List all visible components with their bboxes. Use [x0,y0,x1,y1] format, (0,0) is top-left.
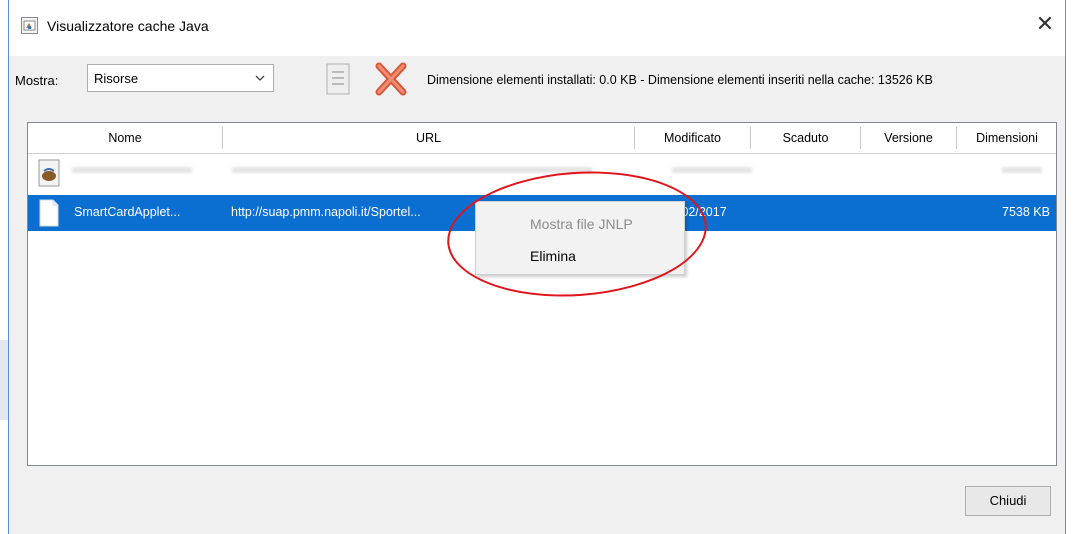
cell-nome: SmartCardApplet... [74,205,181,219]
cell-dimensioni: 7538 KB [1002,205,1050,219]
file-icon [39,199,59,227]
close-button[interactable]: Chiudi [965,486,1051,516]
cache-size-info: Dimensione elementi installati: 0.0 KB -… [427,73,933,87]
menu-item-elimina[interactable]: Elimina [530,248,576,264]
table-header: Nome URL Modificato Scaduto Versione Dim… [28,123,1056,154]
document-list-icon[interactable] [323,62,353,96]
table-row-hidden[interactable] [28,155,1056,191]
chevron-down-icon [255,75,265,81]
mostra-select[interactable]: Risorse [87,64,274,92]
toolbar: Mostra: Risorse Dimensione elementi inst… [9,56,1065,102]
title-bar: Visualizzatore cache Java ✕ [9,0,1065,56]
mostra-select-value: Risorse [94,71,139,86]
cache-table: Nome URL Modificato Scaduto Versione Dim… [27,122,1057,466]
column-header-url[interactable]: URL [223,127,635,149]
cell-url: http://suap.pmm.napoli.it/Sportel... [231,205,421,219]
cell-modificato: /02/2017 [678,205,727,219]
mostra-label: Mostra: [15,73,59,88]
coffee-cup-icon [38,159,60,187]
cache-viewer-window: Visualizzatore cache Java ✕ Mostra: Riso… [8,0,1066,534]
column-header-scaduto[interactable]: Scaduto [751,127,861,149]
obscured-row-content [72,167,1052,177]
java-cache-icon [21,17,38,34]
context-menu: Mostra file JNLP Elimina [475,201,685,275]
window-title: Visualizzatore cache Java [47,18,209,34]
delete-x-icon[interactable] [373,62,409,96]
close-icon[interactable]: ✕ [1031,10,1059,38]
menu-item-mostra-file-jnlp[interactable]: Mostra file JNLP [530,216,633,232]
column-header-dimensioni[interactable]: Dimensioni [957,127,1056,149]
column-header-modificato[interactable]: Modificato [635,127,751,149]
column-header-nome[interactable]: Nome [28,127,223,149]
column-header-versione[interactable]: Versione [861,127,957,149]
